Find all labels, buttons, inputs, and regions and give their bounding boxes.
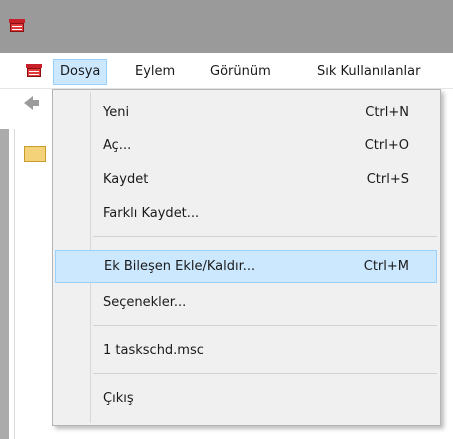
menu-item-cikis[interactable]: Çıkış <box>55 384 437 414</box>
menu-separator <box>93 325 437 326</box>
menu-item-label: 1 taskschd.msc <box>103 343 204 358</box>
menu-item-yeni[interactable]: Yeni Ctrl+N <box>55 98 437 128</box>
menu-separator <box>93 236 437 237</box>
menu-item-shortcut: Ctrl+S <box>366 172 409 187</box>
menu-item-ac[interactable]: Aç... Ctrl+O <box>55 131 437 161</box>
menu-item-ek-bilesen[interactable]: Ek Bileşen Ekle/Kaldır... Ctrl+M <box>55 250 437 283</box>
menu-item-label: Yeni <box>103 105 130 120</box>
back-arrow-tail <box>33 100 39 106</box>
menu-item-label: Ek Bileşen Ekle/Kaldır... <box>104 259 256 274</box>
app-icon[interactable] <box>9 19 25 32</box>
menu-item-label: Aç... <box>103 138 132 153</box>
menu-item-label: Farklı Kaydet... <box>103 206 200 221</box>
menu-item-label: Kaydet <box>103 172 149 187</box>
menu-item-shortcut: Ctrl+N <box>365 105 409 120</box>
menu-item-secenekler[interactable]: Seçenekler... <box>55 288 437 318</box>
console-tree-pane <box>14 129 55 439</box>
menu-bar: Dosya Eylem Görünüm Sık Kullanılanlar <box>0 53 453 89</box>
menu-item-label: Çıkış <box>103 391 134 406</box>
system-menu-icon[interactable] <box>26 64 42 77</box>
back-arrow-icon[interactable] <box>24 96 33 110</box>
menu-item-kaydet[interactable]: Kaydet Ctrl+S <box>55 165 437 195</box>
menu-item-recent-file[interactable]: 1 taskschd.msc <box>55 336 437 366</box>
menu-gorunum[interactable]: Görünüm <box>204 59 277 85</box>
menu-item-label: Seçenekler... <box>103 295 187 310</box>
menu-dosya[interactable]: Dosya <box>53 59 108 85</box>
file-menu-dropdown: Yeni Ctrl+N Aç... Ctrl+O Kaydet Ctrl+S F… <box>52 89 441 426</box>
menu-item-shortcut: Ctrl+O <box>364 138 409 153</box>
menu-item-shortcut: Ctrl+M <box>363 259 409 274</box>
menu-separator <box>93 373 437 374</box>
folder-icon[interactable] <box>24 146 46 162</box>
menu-item-farkli-kaydet[interactable]: Farklı Kaydet... <box>55 199 437 229</box>
title-bar <box>0 0 453 53</box>
menu-sik-kullanilanlar[interactable]: Sık Kullanılanlar <box>311 59 426 85</box>
menu-eylem[interactable]: Eylem <box>129 59 181 85</box>
